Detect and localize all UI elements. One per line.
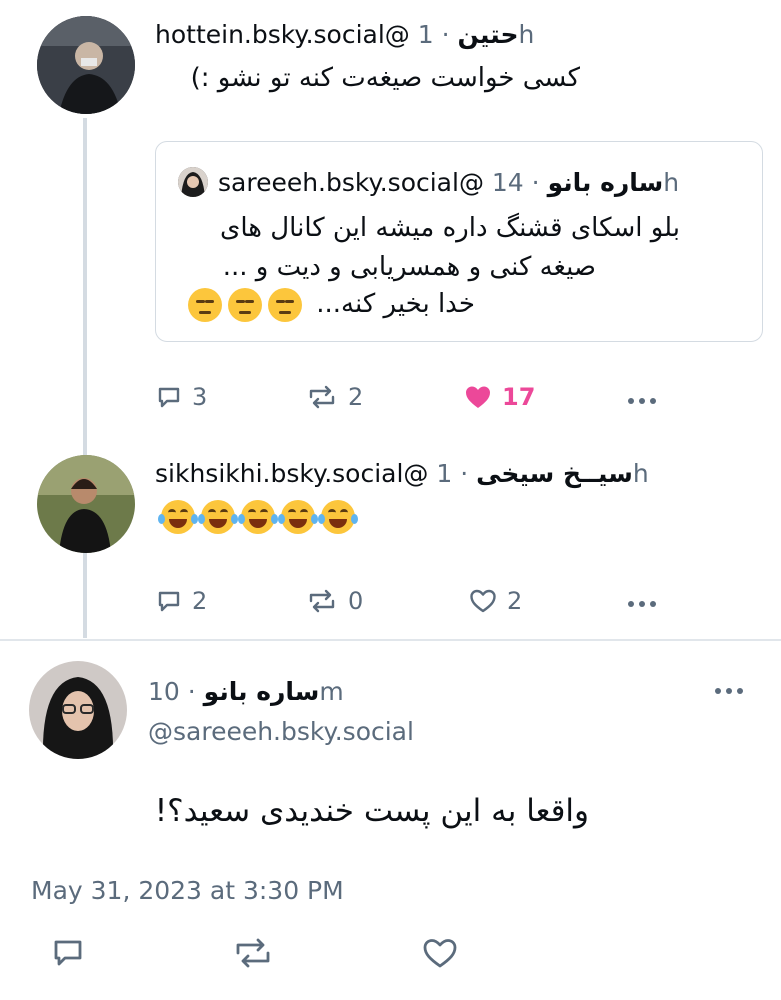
quote-avatar: [178, 167, 208, 197]
separator: ·: [187, 677, 196, 706]
post-meta: hottein.bsky.social@ حتین · 1h: [155, 20, 534, 49]
tears-of-joy-icon: [198, 500, 238, 534]
quote-handle: sareeeh.bsky.social@: [218, 168, 484, 197]
more-options-icon[interactable]: [715, 688, 743, 694]
reply-icon: [54, 940, 82, 966]
more-options-icon[interactable]: [628, 398, 656, 404]
heart-outline-icon: [470, 589, 496, 613]
post-meta: sikhsikhi.bsky.social@ سیــخ سیخی · 1h: [155, 459, 649, 488]
avatar[interactable]: [29, 661, 127, 759]
heart-filled-icon: [466, 386, 490, 408]
repost-button[interactable]: 2: [306, 383, 363, 411]
like-button[interactable]: 2: [469, 587, 522, 615]
repost-count: 2: [348, 383, 364, 411]
avatar-photo: [37, 455, 135, 553]
repost-button[interactable]: 0: [306, 587, 363, 615]
post-text: کسی خواست صیغه‌ت کنه تو نشو :): [190, 63, 580, 93]
main-author-name[interactable]: ساره بانو: [204, 677, 320, 706]
unamused-face-icon: [188, 287, 222, 322]
unamused-face-icon: [228, 287, 262, 322]
like-count: 17: [502, 383, 536, 411]
quote-author-name: ساره بانو: [547, 168, 664, 197]
quote-text-tail: خدا بخیر کنه...: [316, 289, 475, 319]
reply-button[interactable]: [51, 937, 85, 969]
separator: ·: [460, 459, 469, 488]
like-button[interactable]: 17: [464, 383, 535, 411]
repost-icon: [309, 589, 335, 613]
avatar-photo: [37, 16, 135, 114]
avatar-photo: [29, 661, 127, 759]
reply-icon: [158, 591, 180, 612]
repost-button[interactable]: [232, 937, 274, 969]
quote-meta: sareeeh.bsky.social@ ساره بانو · 14h: [218, 168, 679, 197]
like-count: 2: [507, 587, 523, 615]
post-handle[interactable]: hottein.bsky.social@: [155, 20, 410, 49]
post-author-name[interactable]: سیــخ سیخی: [476, 459, 633, 488]
thread-line: [83, 118, 87, 638]
repost-count: 0: [348, 587, 364, 615]
quote-text-line-1: بلو اسکای قشنگ داره میشه این کانال های: [220, 213, 680, 243]
post-handle[interactable]: sikhsikhi.bsky.social@: [155, 459, 428, 488]
post-emoji-row: [155, 500, 358, 534]
main-author-handle[interactable]: @sareeeh.bsky.social: [148, 717, 414, 746]
repost-icon: [309, 385, 335, 409]
quote-text-line-3: خدا بخیر کنه...: [182, 284, 502, 324]
unamused-face-icon: [268, 287, 302, 322]
reply-count: 3: [192, 383, 208, 411]
repost-icon: [236, 938, 270, 968]
separator: ·: [441, 20, 450, 49]
main-post-text: واقعا به این پست خندیدی سعید؟!: [154, 793, 589, 829]
tears-of-joy-icon: [158, 500, 198, 534]
divider: [0, 639, 781, 641]
reply-button[interactable]: 2: [156, 587, 207, 615]
reply-icon: [158, 387, 180, 408]
tears-of-joy-icon: [278, 500, 318, 534]
reply-count: 2: [192, 587, 208, 615]
main-post-meta: ساره بانو · 10m: [148, 677, 344, 706]
tears-of-joy-icon: [238, 500, 278, 534]
tears-of-joy-icon: [318, 500, 358, 534]
more-options-icon[interactable]: [628, 601, 656, 607]
reply-button[interactable]: 3: [156, 383, 207, 411]
post-timestamp: May 31, 2023 at 3:30 PM: [31, 876, 344, 905]
like-button[interactable]: [422, 937, 458, 969]
separator: ·: [531, 168, 540, 197]
post-author-name[interactable]: حتین: [458, 20, 519, 49]
heart-outline-icon: [423, 939, 457, 968]
avatar[interactable]: [37, 455, 135, 553]
quote-text-line-2: صیغه کنی و همسریابی و دیت و ...: [222, 252, 596, 282]
avatar[interactable]: [37, 16, 135, 114]
